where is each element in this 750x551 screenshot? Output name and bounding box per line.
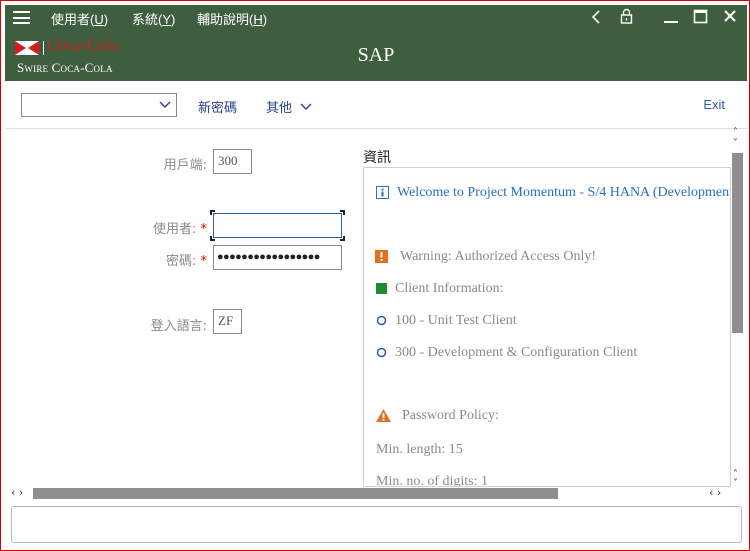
info-panel: Welcome to Project Momentum - S/4 HANA (…	[363, 167, 731, 487]
info-row-min-digits: Min. no. of digits: 1	[376, 474, 489, 487]
scroll-left-right-icon[interactable]: ‹ ›	[11, 486, 23, 499]
user-field[interactable]	[213, 213, 342, 238]
menu-user[interactable]: 使用者(U)	[51, 9, 108, 28]
sap-logon-window: 使用者(U) 系統(Y) 輔助說明(H) Coca-Cola Swire Coc…	[0, 0, 750, 551]
user-label: 使用者: *	[152, 222, 207, 237]
client-label: 用戶端:	[163, 158, 207, 173]
info-row-min-length: Min. length: 15	[376, 442, 463, 457]
app-header: Coca-Cola Swire Coca-Cola SAP	[5, 30, 747, 81]
maximize-icon[interactable]	[693, 9, 708, 24]
circle-bullet-icon	[376, 316, 387, 326]
circle-bullet-icon	[376, 348, 387, 358]
language-label: 登入語言:	[150, 319, 207, 334]
action-dropdown[interactable]	[21, 93, 177, 117]
scroll-left-right-icon[interactable]: ‹ ›	[709, 486, 721, 499]
password-label: 密碼: *	[165, 254, 207, 269]
hamburger-icon[interactable]	[13, 11, 30, 24]
back-chevron-icon[interactable]	[591, 10, 601, 24]
scroll-down-icon[interactable]: ˅	[733, 138, 738, 149]
password-field[interactable]: ●●●●●●●●●●●●●●●●●	[213, 245, 342, 270]
info-icon	[376, 186, 389, 200]
language-field[interactable]: ZF	[213, 309, 242, 334]
chevron-down-icon	[300, 103, 312, 110]
vertical-scrollbar[interactable]: ˄ ˅ ˄ ˅	[731, 127, 744, 489]
info-row-warning: Warning: Authorized Access Only!	[375, 249, 596, 265]
close-icon[interactable]	[723, 9, 737, 23]
info-row-client-100: 100 - Unit Test Client	[376, 313, 517, 329]
info-row-password-policy: Password Policy:	[376, 408, 499, 424]
scroll-up-icon[interactable]: ˄	[733, 127, 738, 138]
horizontal-scroll-thumb[interactable]	[33, 488, 558, 499]
warning-triangle-icon	[376, 409, 391, 423]
scroll-down-icon[interactable]: ˅	[733, 478, 738, 489]
new-password-button[interactable]: 新密碼	[198, 97, 237, 116]
warning-square-icon	[375, 250, 388, 264]
lock-icon[interactable]	[620, 8, 633, 24]
app-title: SAP	[357, 44, 395, 66]
vertical-scroll-thumb[interactable]	[732, 153, 743, 333]
info-row-client-300: 300 - Development & Configuration Client	[376, 345, 637, 361]
more-menu-button[interactable]: 其他	[266, 97, 312, 116]
toolbar: 新密碼 其他 Exit	[5, 81, 747, 129]
info-row-client-info: Client Information:	[376, 281, 503, 297]
info-title: 資訊	[363, 150, 391, 166]
title-bar: 使用者(U) 系統(Y) 輔助說明(H)	[5, 5, 747, 30]
client-field[interactable]: 300	[213, 149, 252, 174]
minimize-icon[interactable]	[663, 10, 679, 24]
chevron-down-icon	[159, 101, 171, 108]
exit-button[interactable]: Exit	[703, 97, 725, 112]
info-row-welcome: Welcome to Project Momentum - S/4 HANA (…	[376, 185, 730, 201]
menu-help[interactable]: 輔助說明(H)	[197, 9, 267, 28]
status-bar	[11, 506, 742, 543]
menu-system[interactable]: 系統(Y)	[132, 9, 175, 28]
green-square-icon	[376, 283, 387, 295]
